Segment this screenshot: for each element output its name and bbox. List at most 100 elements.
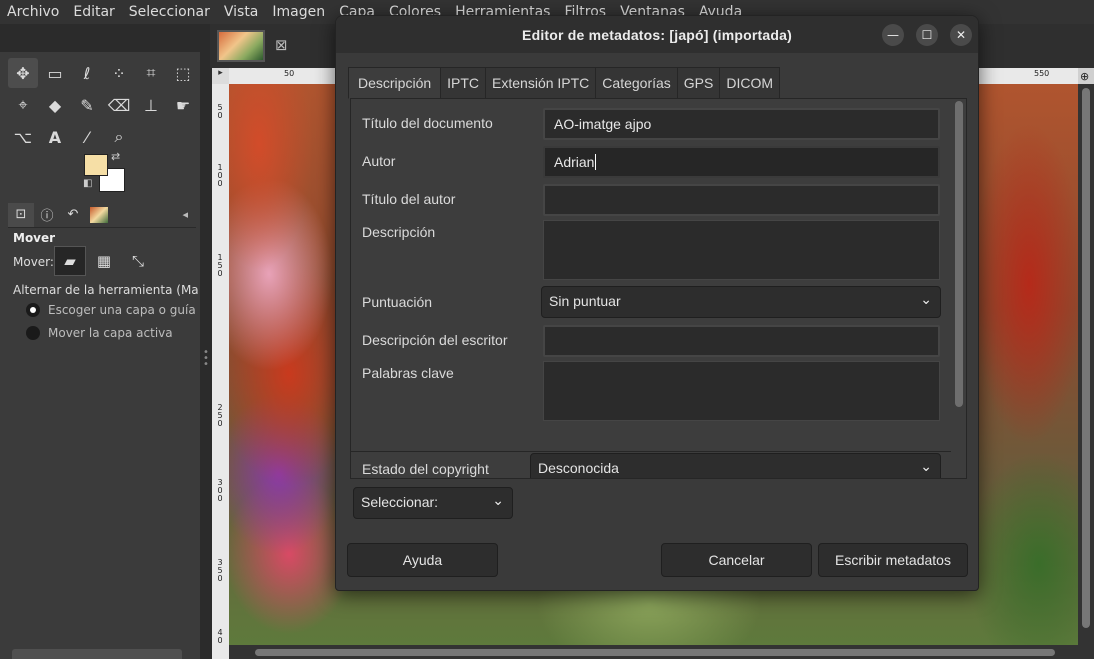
ruler-tick: 250 xyxy=(217,403,223,428)
select-combo-label: Seleccionar: xyxy=(361,494,439,510)
zoom-icon[interactable]: ⌕ xyxy=(104,122,134,152)
menu-vista[interactable]: Vista xyxy=(217,0,266,24)
section-separator xyxy=(351,451,951,452)
keywords-textarea[interactable] xyxy=(543,361,940,421)
transform-icon[interactable]: ⬚ xyxy=(168,58,198,88)
ruler-tick: 50 xyxy=(217,103,223,120)
rating-value: Sin puntuar xyxy=(549,293,621,309)
smudge-icon[interactable]: ☛ xyxy=(168,90,198,120)
panel-vertical-scrollbar[interactable] xyxy=(952,101,964,475)
tool-options-title: Mover xyxy=(13,231,56,245)
mover-label: Mover: xyxy=(13,255,54,269)
author-field[interactable]: Adrian xyxy=(543,146,940,178)
radio-dot-selected[interactable] xyxy=(26,303,40,317)
images-tab-icon[interactable] xyxy=(90,206,108,223)
write-metadata-button[interactable]: Escribir metadatos xyxy=(818,543,968,577)
copyright-status-label: Estado del copyright xyxy=(362,461,489,477)
ruler-tick: 350 xyxy=(217,558,223,583)
vertical-ruler[interactable]: 50 100 150 250 300 350 40 xyxy=(212,84,229,659)
ruler-tick: 300 xyxy=(217,478,223,503)
description-textarea[interactable] xyxy=(543,220,940,280)
help-button[interactable]: Ayuda xyxy=(347,543,498,577)
rating-select[interactable]: Sin puntuar ⌄ xyxy=(541,286,941,318)
ruler-label: 550 xyxy=(1034,69,1050,78)
chevron-down-icon: ⌄ xyxy=(920,291,932,307)
chevron-down-icon: ⌄ xyxy=(492,492,504,508)
menu-archivo[interactable]: Archivo xyxy=(0,0,66,24)
radio-label: Escoger una capa o guía xyxy=(48,303,196,317)
scrollbar-thumb[interactable] xyxy=(1082,88,1090,628)
undo-history-tab-icon[interactable]: ↶ xyxy=(60,203,86,227)
menu-editar[interactable]: Editar xyxy=(66,0,121,24)
tab-descripcion[interactable]: Descripción xyxy=(348,67,442,99)
mover-mode-buttons: ▰ ▦ ⤡ xyxy=(54,246,154,276)
paths-icon[interactable]: ⌥ xyxy=(8,122,38,152)
ruler-label: 50 xyxy=(284,69,295,78)
menu-seleccionar[interactable]: Seleccionar xyxy=(122,0,217,24)
reset-colors-icon[interactable]: ◧ xyxy=(83,178,92,189)
foreground-color-swatch-top[interactable] xyxy=(84,154,108,176)
tab-gps[interactable]: GPS xyxy=(677,67,721,99)
ruler-tick: 100 xyxy=(217,163,223,188)
move-path-icon[interactable]: ⤡ xyxy=(122,246,154,276)
writer-description-label: Descripción del escritor xyxy=(362,332,508,348)
maximize-icon[interactable]: ☐ xyxy=(916,24,938,46)
move-icon[interactable]: ✥ xyxy=(8,58,38,88)
description-panel: Título del documento AO-imatge ajpo Auto… xyxy=(350,98,967,479)
keywords-label: Palabras clave xyxy=(362,365,454,381)
swap-colors-icon[interactable]: ⇄ xyxy=(111,150,120,163)
radio-dot[interactable] xyxy=(26,326,40,340)
quick-mask-toggle-icon[interactable]: ▸ xyxy=(212,68,229,84)
tab-extension-iptc[interactable]: Extensión IPTC xyxy=(486,67,597,99)
dock-tabs: ⊡ ⓘ ↶ ◂ xyxy=(8,202,196,228)
radio-move-active-layer[interactable]: Mover la capa activa xyxy=(26,326,173,340)
author-title-field[interactable] xyxy=(543,184,940,216)
paintbrush-icon[interactable]: ✎ xyxy=(72,90,102,120)
tool-options-tab-icon[interactable]: ⊡ xyxy=(8,202,34,227)
dock-menu-icon[interactable]: ◂ xyxy=(182,208,188,221)
navigate-icon[interactable]: ⊕ xyxy=(1080,70,1089,83)
close-image-icon[interactable]: ⊠ xyxy=(275,36,288,54)
description-label: Descripción xyxy=(362,224,436,240)
warp-icon[interactable]: ⌖ xyxy=(8,90,38,120)
bucket-fill-icon[interactable]: ◆ xyxy=(40,90,70,120)
select-combo[interactable]: Seleccionar: ⌄ xyxy=(353,487,513,519)
dialog-title: Editor de metadatos: [japó] (importada) xyxy=(522,26,792,43)
fuzzy-select-icon[interactable]: ⁘ xyxy=(104,58,134,88)
dialog-titlebar[interactable]: Editor de metadatos: [japó] (importada) … xyxy=(336,16,978,53)
toolbox-bottom-bar xyxy=(12,649,182,659)
rect-select-icon[interactable]: ▭ xyxy=(40,58,70,88)
clone-icon[interactable]: ⊥ xyxy=(136,90,166,120)
scrollbar-thumb[interactable] xyxy=(955,101,963,407)
document-title-label: Título del documento xyxy=(362,115,493,131)
image-tab-thumbnail[interactable] xyxy=(217,30,265,62)
menu-imagen[interactable]: Imagen xyxy=(265,0,332,24)
document-title-field[interactable]: AO-imatge ajpo xyxy=(543,108,940,140)
copyright-status-select[interactable]: Desconocida ⌄ xyxy=(530,453,941,478)
eraser-icon[interactable]: ⌫ xyxy=(104,90,134,120)
canvas-horizontal-scrollbar[interactable] xyxy=(229,645,1078,659)
minimize-icon[interactable]: — xyxy=(882,24,904,46)
crop-icon[interactable]: ⌗ xyxy=(136,58,166,88)
lasso-icon[interactable]: ℓ xyxy=(72,58,102,88)
author-value: Adrian xyxy=(554,154,595,170)
scrollbar-thumb[interactable] xyxy=(255,649,1055,656)
dock-resize-handle[interactable]: • • • xyxy=(203,348,209,374)
tab-iptc[interactable]: IPTC xyxy=(441,67,487,99)
move-selection-icon[interactable]: ▦ xyxy=(88,246,120,276)
text-icon[interactable]: A xyxy=(40,122,70,152)
radio-label: Mover la capa activa xyxy=(48,326,173,340)
author-title-label: Título del autor xyxy=(362,191,456,207)
device-status-tab-icon[interactable]: ⓘ xyxy=(34,203,60,227)
cancel-button[interactable]: Cancelar xyxy=(661,543,812,577)
rating-label: Puntuación xyxy=(362,294,433,310)
metadata-tabs: Descripción IPTC Extensión IPTC Categorí… xyxy=(348,67,781,99)
writer-description-field[interactable] xyxy=(543,325,940,357)
move-layer-icon[interactable]: ▰ xyxy=(54,246,86,276)
canvas-vertical-scrollbar[interactable] xyxy=(1078,84,1094,659)
close-icon[interactable]: ✕ xyxy=(950,24,972,46)
radio-pick-layer[interactable]: Escoger una capa o guía xyxy=(26,303,196,317)
color-picker-icon[interactable]: ⁄ xyxy=(72,122,102,152)
tab-categorias[interactable]: Categorías xyxy=(596,67,678,99)
tab-dicom[interactable]: DICOM xyxy=(720,67,781,99)
